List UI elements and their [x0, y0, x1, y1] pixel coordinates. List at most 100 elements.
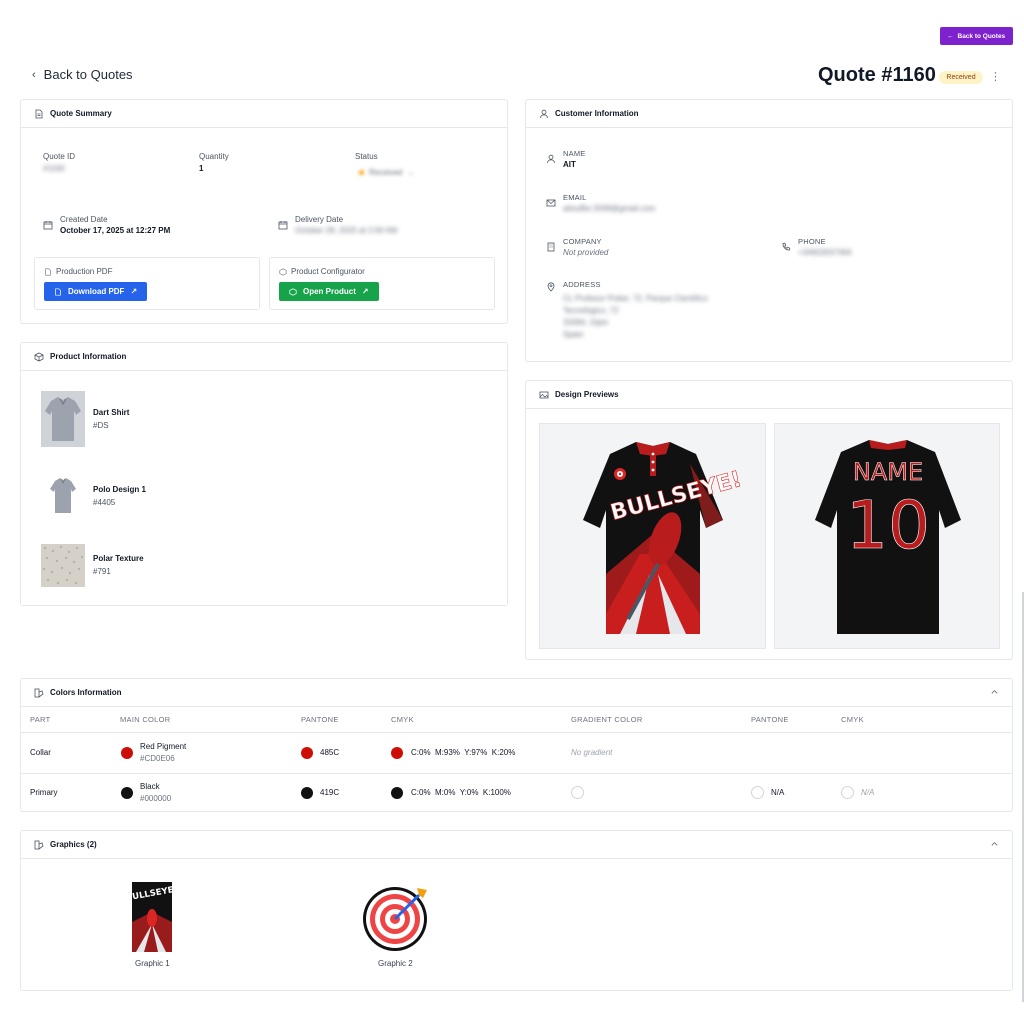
colors-info-card: Colors Information PART MAIN COLOR PANTO…	[20, 678, 1013, 812]
status-badge: Received	[939, 71, 983, 84]
status-dot	[359, 170, 364, 175]
cmyk-swatch	[391, 747, 403, 759]
download-pdf-button[interactable]: Download PDF ↗	[44, 282, 148, 301]
more-menu-icon[interactable]: ⋮	[990, 70, 1001, 84]
user-icon	[540, 109, 548, 118]
company-value: Not provided	[563, 248, 609, 257]
gradient-value: No gradient	[571, 748, 613, 757]
phone-icon	[782, 242, 791, 251]
name-value: AIT	[563, 160, 576, 169]
gradient-cmyk-swatch	[841, 786, 854, 799]
table-row: Primary Black #000000 419C C:0% M:0% Y:0…	[21, 774, 1012, 812]
color-hex: #CD0E06	[140, 754, 175, 763]
graphic-thumbnail[interactable]: BULLSEYE!	[125, 882, 178, 952]
chevron-up-icon[interactable]	[990, 839, 998, 847]
user-icon	[547, 154, 555, 164]
pantone-swatch	[301, 787, 313, 799]
graphics-header[interactable]: Graphics (2)	[21, 831, 1012, 859]
cmyk-value: C:0% M:0% Y:0% K:100%	[411, 788, 511, 797]
external-link-icon: ↗	[130, 287, 138, 296]
customer-info-header: Customer Information	[526, 100, 1012, 128]
front-design-preview[interactable]: BULLSEYE!	[539, 423, 766, 649]
column-header: MAIN COLOR	[120, 715, 171, 724]
back-design-preview[interactable]: NAME 10	[774, 423, 1000, 649]
calendar-icon	[43, 221, 53, 230]
chevron-up-icon[interactable]	[990, 687, 998, 695]
product-thumbnail	[41, 469, 85, 523]
product-code: #791	[93, 567, 111, 576]
quote-summary-header: Quote Summary	[21, 100, 507, 128]
product-code: #4405	[93, 498, 116, 507]
name-label: NAME	[563, 149, 586, 158]
customer-info-card: Customer Information NAME AIT EMAIL aits…	[525, 99, 1013, 362]
address-line: Spain	[563, 330, 584, 339]
cmyk-swatch	[391, 787, 403, 799]
colors-info-header[interactable]: Colors Information	[21, 679, 1012, 707]
color-swatch	[121, 787, 133, 799]
color-swatch	[121, 747, 133, 759]
color-name: Red Pigment	[140, 742, 187, 751]
external-link-icon: ↗	[361, 287, 369, 296]
column-header: PANTONE	[751, 715, 789, 724]
mail-icon	[546, 199, 556, 207]
column-header: GRADIENT COLOR	[571, 715, 643, 724]
graphics-card: Graphics (2) BULLSEYE! Graphic 1 Graphic…	[20, 830, 1013, 991]
gradient-pantone-swatch	[751, 786, 764, 799]
email-label: EMAIL	[563, 193, 587, 202]
product-configurator-box: Product Configurator Open Product ↗	[269, 257, 495, 310]
palette-icon	[34, 688, 44, 697]
pantone-value: 485C	[320, 748, 340, 757]
back-to-quotes-button[interactable]: ← Back to Quotes	[940, 27, 1013, 45]
open-product-button[interactable]: Open Product ↗	[279, 282, 379, 301]
cube-icon	[34, 352, 44, 361]
quote-summary-card: Quote Summary Quote ID #1160 Quantity 1 …	[20, 99, 508, 324]
palette-icon	[34, 840, 44, 849]
status-select[interactable]: Received ⌄	[359, 168, 414, 177]
product-info-card: Product Information Dart Shirt #DS Polo …	[20, 342, 508, 606]
phone-value: +34602637464	[798, 248, 852, 257]
quote-id-label: Quote ID	[43, 152, 76, 161]
address-label: ADDRESS	[563, 280, 601, 289]
gradient-pantone-value: N/A	[771, 788, 785, 797]
column-header: PANTONE	[301, 715, 339, 724]
pantone-swatch	[301, 747, 313, 759]
map-pin-icon	[547, 282, 555, 292]
created-date-label: Created Date	[60, 215, 108, 224]
status-label: Status	[355, 152, 378, 161]
part-name: Primary	[30, 788, 58, 797]
column-header: CMYK	[391, 715, 414, 724]
color-name: Black	[140, 782, 160, 791]
pantone-value: 419C	[320, 788, 340, 797]
design-previews-card: Design Previews BULLSEYE! NAME 10	[525, 380, 1013, 660]
created-date-value: October 17, 2025 at 12:27 PM	[60, 226, 171, 235]
building-icon	[547, 242, 555, 252]
product-thumbnail	[41, 544, 85, 587]
colors-table-header: PART MAIN COLOR PANTONE CMYK GRADIENT CO…	[21, 715, 1012, 727]
file-icon	[55, 287, 61, 296]
cmyk-value: C:0% M:93% Y:97% K:20%	[411, 748, 516, 757]
quantity-label: Quantity	[199, 152, 229, 161]
column-header: CMYK	[841, 715, 864, 724]
address-line: CL Profesor Potter, 72, Parque Científic…	[563, 294, 708, 303]
company-label: COMPANY	[563, 237, 602, 246]
document-icon	[35, 109, 43, 118]
product-code: #DS	[93, 421, 109, 430]
table-row: Collar Red Pigment #CD0E06 485C C:0% M:9…	[21, 733, 1012, 773]
back-link[interactable]: ‹ Back to Quotes	[32, 67, 133, 82]
graphic-label: Graphic 2	[378, 959, 413, 968]
graphic-thumbnail[interactable]	[361, 882, 431, 952]
product-info-header: Product Information	[21, 343, 507, 371]
quantity-value: 1	[199, 164, 204, 173]
production-pdf-box: Production PDF Download PDF ↗	[34, 257, 260, 310]
gradient-swatch	[571, 786, 584, 799]
product-thumbnail	[41, 391, 85, 447]
column-header: PART	[30, 715, 51, 724]
cube-icon	[289, 287, 297, 296]
address-line: 33394, Gijón	[563, 318, 609, 327]
gradient-cmyk-value: N/A	[861, 788, 875, 797]
back-number-text: 10	[846, 487, 930, 564]
page-title: Quote #1160	[818, 64, 936, 86]
product-name: Polar Texture	[93, 554, 144, 563]
product-name: Polo Design 1	[93, 485, 146, 494]
delivery-date-label: Delivery Date	[295, 215, 344, 224]
